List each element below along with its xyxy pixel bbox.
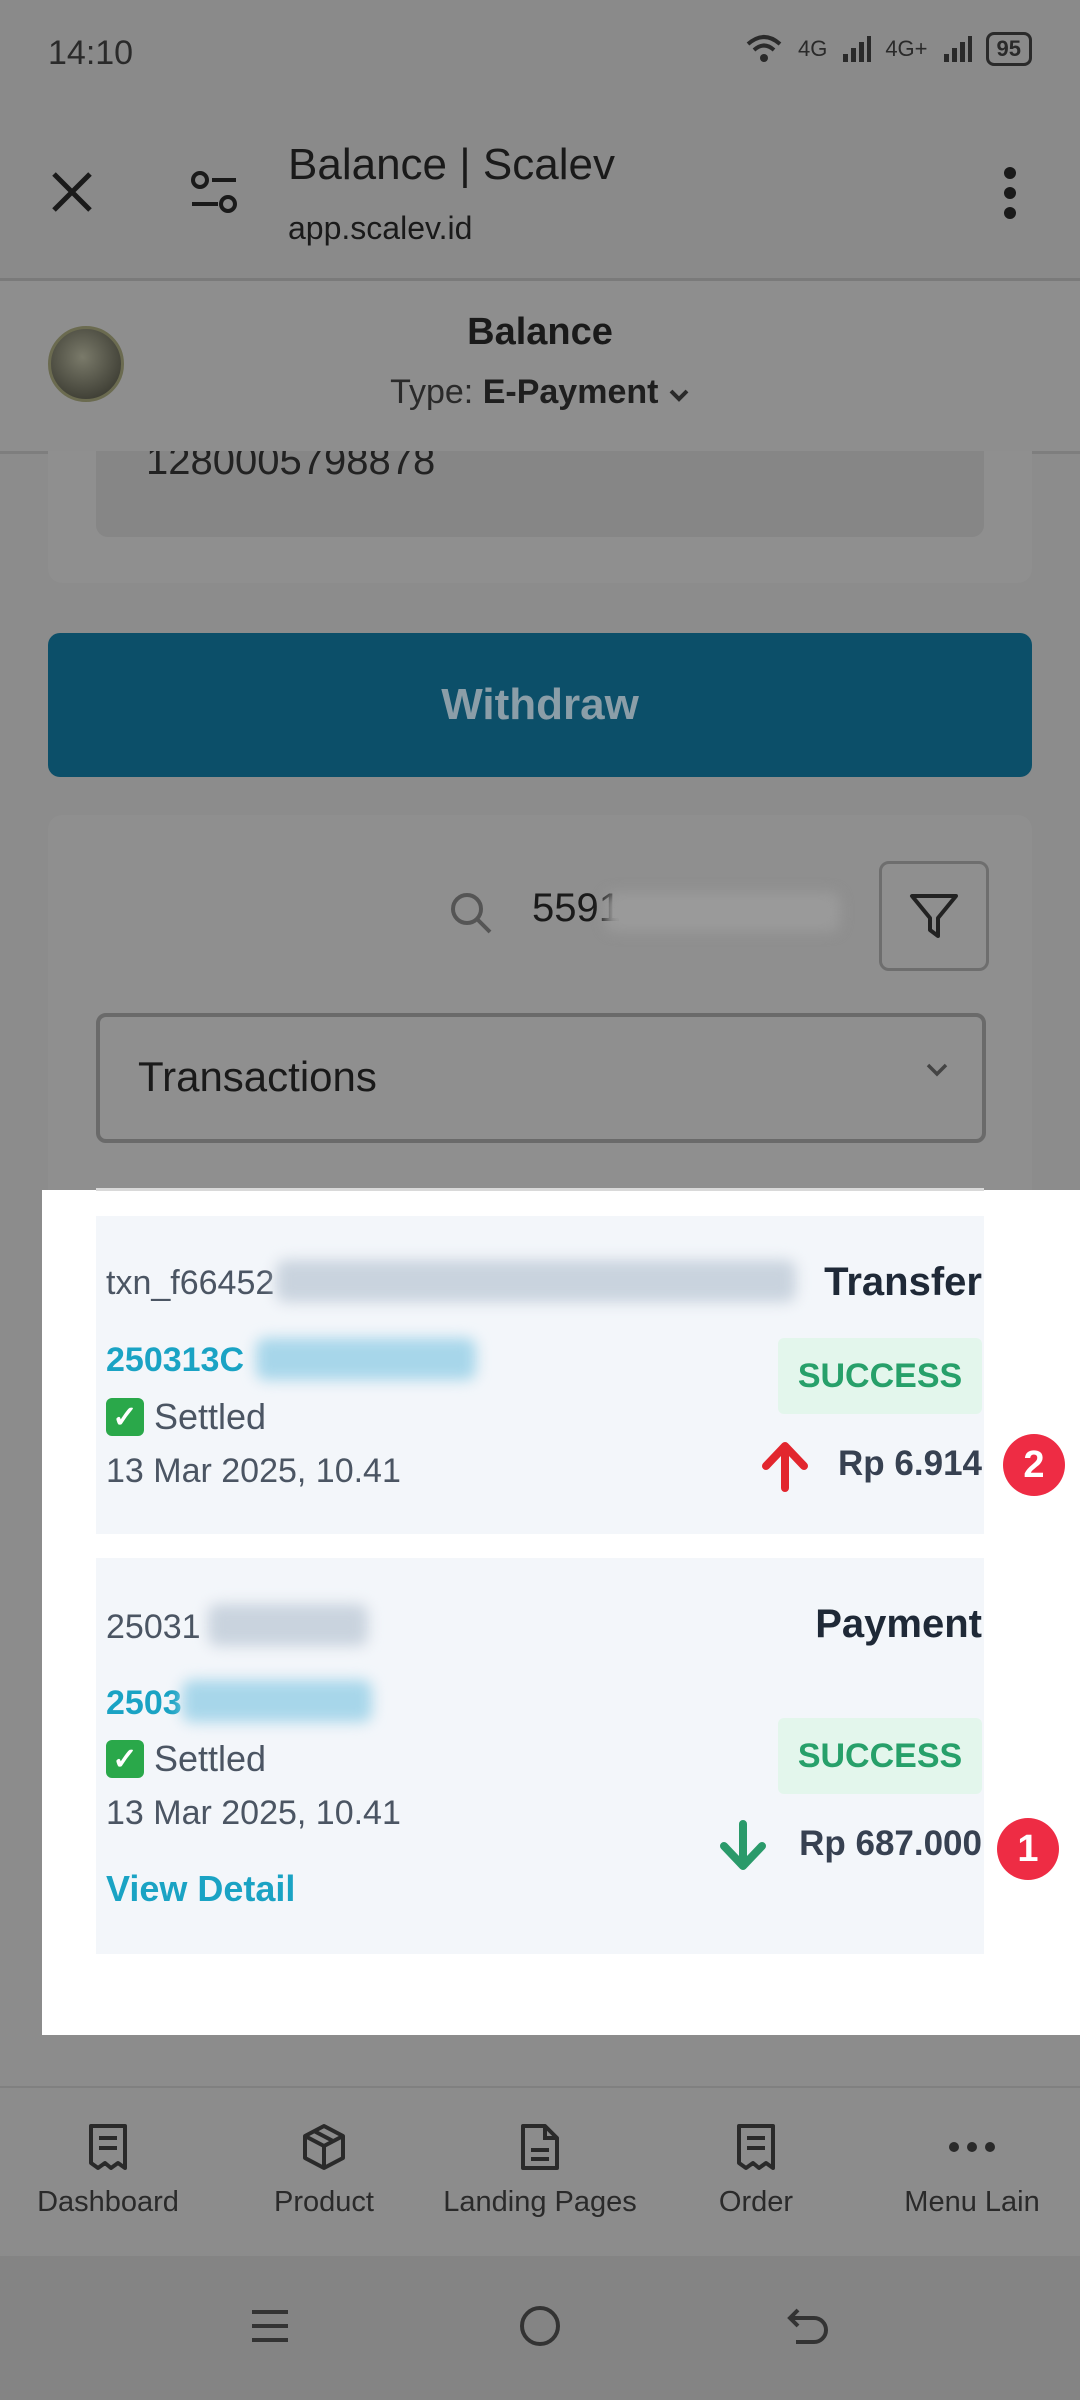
type-selector[interactable]: Type: E-Payment bbox=[0, 373, 1080, 412]
status-bar: 14:10 4G 4G+ 95 bbox=[0, 0, 1080, 110]
back-icon[interactable] bbox=[786, 2304, 830, 2348]
home-icon[interactable] bbox=[518, 2304, 562, 2348]
nav-dashboard[interactable]: Dashboard bbox=[0, 2088, 216, 2256]
battery-indicator: 95 bbox=[985, 32, 1032, 66]
transaction-id: txn_f66452 bbox=[106, 1264, 275, 1302]
recent-apps-icon[interactable] bbox=[250, 2306, 290, 2346]
check-icon: ✓ bbox=[106, 1740, 144, 1778]
nav-product[interactable]: Product bbox=[216, 2088, 432, 2256]
page-url[interactable]: app.scalev.id bbox=[288, 210, 472, 247]
arrow-up-icon bbox=[762, 1442, 808, 1492]
nav-label: Product bbox=[274, 2186, 374, 2218]
browser-toolbar: Balance | Scalev app.scalev.id bbox=[0, 110, 1080, 281]
signal-icon bbox=[943, 36, 972, 62]
transaction-amount: Rp 6.914 bbox=[838, 1444, 982, 1483]
chevron-down-icon bbox=[926, 1063, 948, 1077]
system-navigation bbox=[0, 2256, 1080, 2400]
bottom-navigation: Dashboard Product Landing Pages Order Me… bbox=[0, 2086, 1080, 2256]
status-badge: SUCCESS bbox=[778, 1338, 982, 1414]
nav-landing-pages[interactable]: Landing Pages bbox=[432, 2088, 648, 2256]
filter-button[interactable] bbox=[879, 861, 989, 971]
withdraw-button[interactable]: Withdraw bbox=[48, 633, 1032, 777]
nav-label: Landing Pages bbox=[443, 2186, 637, 2218]
search-icon bbox=[451, 893, 492, 934]
site-settings-icon[interactable] bbox=[190, 168, 240, 216]
redacted-text bbox=[276, 1260, 796, 1302]
header-title: Balance bbox=[467, 311, 613, 353]
filter-icon bbox=[910, 894, 958, 938]
receipt-icon bbox=[89, 2124, 127, 2170]
more-vert-icon[interactable] bbox=[1000, 166, 1020, 220]
transaction-link[interactable]: 2503 bbox=[106, 1684, 182, 1723]
arrow-down-icon bbox=[720, 1820, 766, 1870]
divider bbox=[96, 1188, 984, 1191]
transaction-date: 13 Mar 2025, 10.41 bbox=[106, 1794, 401, 1832]
redacted-text bbox=[605, 892, 840, 932]
wifi-icon bbox=[746, 35, 782, 62]
redacted-text bbox=[182, 1680, 372, 1722]
page-title: Balance | Scalev bbox=[288, 140, 615, 189]
nav-label: Dashboard bbox=[37, 2186, 179, 2218]
transaction-type: Payment bbox=[815, 1602, 982, 1646]
settled-label: Settled bbox=[154, 1738, 267, 1779]
nav-order[interactable]: Order bbox=[648, 2088, 864, 2256]
transaction-type: Transfer bbox=[824, 1260, 982, 1304]
marker-badge: 2 bbox=[1003, 1434, 1065, 1496]
receipt-icon bbox=[737, 2124, 775, 2170]
transaction-date: 13 Mar 2025, 10.41 bbox=[106, 1452, 401, 1490]
transaction-link[interactable]: 250313C bbox=[106, 1341, 244, 1380]
view-detail-link[interactable]: View Detail bbox=[106, 1868, 295, 1910]
status-icons: 4G 4G+ 95 bbox=[744, 32, 1032, 66]
document-icon bbox=[521, 2124, 559, 2170]
settled-label: Settled bbox=[154, 1396, 267, 1437]
status-time: 14:10 bbox=[48, 34, 134, 72]
transaction-amount: Rp 687.000 bbox=[799, 1824, 982, 1863]
settled-status: ✓ Settled bbox=[106, 1396, 266, 1438]
account-number-field: 1280005798878 bbox=[96, 451, 984, 537]
nav-label: Order bbox=[718, 2186, 794, 2218]
select-value: Transactions bbox=[138, 1053, 377, 1100]
nav-menu-lain[interactable]: Menu Lain bbox=[864, 2088, 1080, 2256]
chevron-down-icon bbox=[669, 389, 689, 402]
settled-status: ✓ Settled bbox=[106, 1738, 266, 1780]
network-label-1: 4G bbox=[797, 36, 828, 61]
type-label: Type: bbox=[390, 373, 474, 411]
redacted-text bbox=[208, 1604, 368, 1646]
transaction-card-transfer[interactable]: txn_f66452 250313C ✓ Settled 13 Mar 2025… bbox=[96, 1216, 984, 1534]
nav-label: Menu Lain bbox=[904, 2186, 1040, 2218]
transactions-select[interactable]: Transactions bbox=[96, 1013, 986, 1143]
close-icon[interactable] bbox=[48, 168, 96, 216]
status-badge: SUCCESS bbox=[778, 1718, 982, 1794]
more-icon bbox=[949, 2142, 995, 2152]
app-header: Balance Type: E-Payment bbox=[0, 281, 1080, 454]
transaction-id: 25031 bbox=[106, 1608, 201, 1646]
check-icon: ✓ bbox=[106, 1398, 144, 1436]
type-value: E-Payment bbox=[482, 373, 659, 411]
network-label-2: 4G+ bbox=[885, 36, 928, 61]
signal-icon bbox=[843, 36, 872, 62]
account-number: 1280005798878 bbox=[146, 451, 436, 483]
redacted-text bbox=[256, 1338, 476, 1380]
box-icon bbox=[303, 2124, 345, 2170]
marker-badge: 1 bbox=[997, 1818, 1059, 1880]
transaction-card-payment[interactable]: 25031 2503 ✓ Settled 13 Mar 2025, 10.41 … bbox=[96, 1558, 984, 1954]
